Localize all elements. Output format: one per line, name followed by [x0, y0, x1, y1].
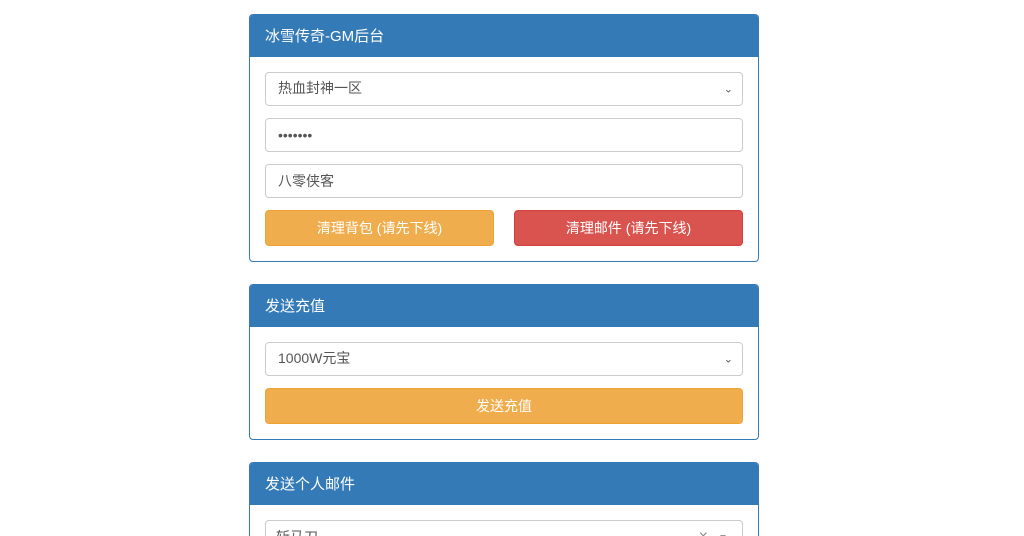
panel-send-recharge: 发送充值 1000W元宝 ⌄ 发送充值	[249, 284, 759, 440]
password-input[interactable]	[265, 118, 743, 152]
item-select-value: 斩马刀	[276, 527, 693, 536]
panel-send-mail: 发送个人邮件 斩马刀 × ▾ ▲	[249, 462, 759, 536]
clear-mail-button[interactable]: 清理邮件 (请先下线)	[514, 210, 743, 246]
player-name-input[interactable]	[265, 164, 743, 198]
caret-down-icon: ▾	[714, 531, 732, 536]
panel-gm-backend: 冰雪传奇-GM后台 热血封神一区 ⌄	[249, 14, 759, 262]
main-scroll-area[interactable]: 冰雪传奇-GM后台 热血封神一区 ⌄	[0, 0, 1008, 536]
panel-send-mail-title: 发送个人邮件	[250, 463, 758, 505]
recharge-amount-select[interactable]: 1000W元宝	[265, 342, 743, 376]
clear-icon[interactable]: ×	[693, 529, 714, 536]
panel-send-recharge-title: 发送充值	[250, 285, 758, 327]
clear-bag-button[interactable]: 清理背包 (请先下线)	[265, 210, 494, 246]
send-recharge-button[interactable]: 发送充值	[265, 388, 743, 424]
item-select[interactable]: 斩马刀 × ▾	[265, 520, 743, 536]
panel-gm-backend-title: 冰雪传奇-GM后台	[250, 15, 758, 57]
server-select[interactable]: 热血封神一区	[265, 72, 743, 106]
